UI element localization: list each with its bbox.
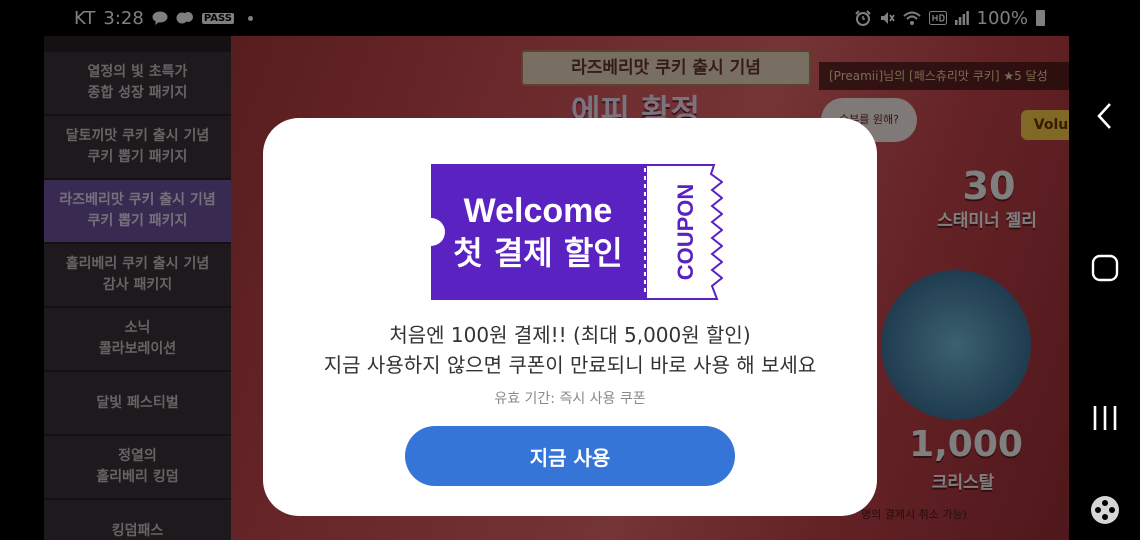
home-button[interactable] — [1069, 238, 1140, 298]
coupon-body — [431, 164, 645, 300]
coupon-discount-text: 첫 결제 할인 — [453, 234, 622, 272]
coupon-message-line2: 지금 사용하지 않으면 쿠폰이 만료되니 바로 사용 해 보세요 — [323, 353, 817, 377]
coupon-validity: 유효 기간: 즉시 사용 쿠폰 — [494, 391, 646, 407]
home-icon — [1091, 254, 1118, 282]
coupon-image: Welcome 첫 결제 할인 COUPON — [431, 164, 723, 300]
game-tools-button[interactable] — [1069, 480, 1140, 540]
recents-icon — [1093, 406, 1116, 430]
back-icon — [1096, 103, 1111, 129]
coupon-stub-text: COUPON — [673, 184, 698, 281]
back-button[interactable] — [1069, 86, 1140, 146]
coupon-welcome-text: Welcome — [464, 192, 613, 230]
coupon-message: 처음엔 100원 결제!! (최대 5,000원 할인) 지금 사용하지 않으면… — [263, 320, 877, 380]
game-controller-icon — [1090, 496, 1119, 524]
coupon-dialog: Welcome 첫 결제 할인 COUPON 처음엔 100원 결제!! (최대… — [263, 118, 877, 516]
screen: KT 3:28 PASS 100% 열정의 빛 초특가 종합 성장 패키지 달토… — [0, 0, 1140, 540]
navigation-bar — [1069, 0, 1140, 540]
recents-button[interactable] — [1069, 388, 1140, 448]
coupon-message-line1: 처음엔 100원 결제!! (최대 5,000원 할인) — [389, 323, 751, 347]
use-now-button[interactable]: 지금 사용 — [405, 426, 735, 486]
